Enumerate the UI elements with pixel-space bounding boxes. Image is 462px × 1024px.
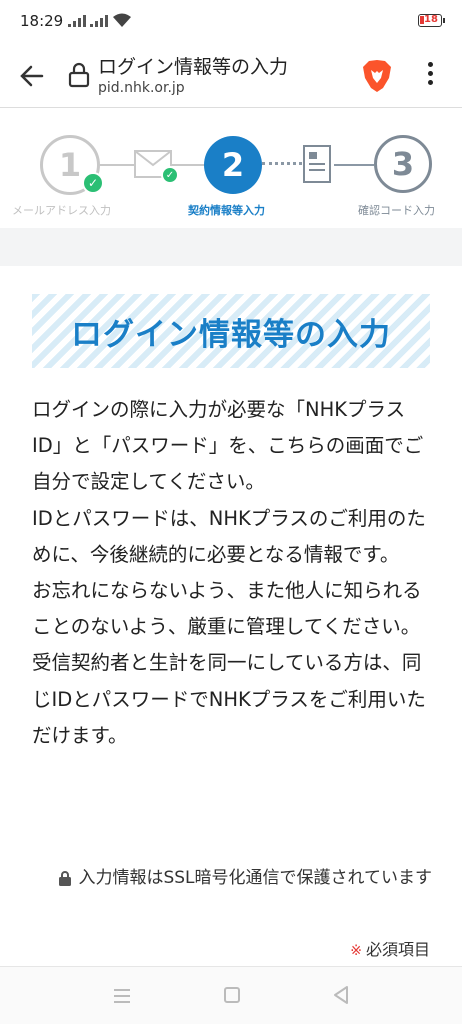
section-divider [0,228,462,266]
paragraph: IDとパスワードは、NHKプラスのご利用のために、今後継続的に必要となる情報です… [32,506,426,566]
wifi-icon [113,13,131,27]
paragraph: お忘れにならないよう、また他人に知られることのないよう、厳重に管理してください。 [32,579,422,639]
required-note: ※ 必須項目 [350,936,430,960]
step-3-circle: 3 [374,135,432,193]
progress-stepper: 1 ✓ ✓ 2 3 メールアドレス入力 契約情報等入力 確認コード入力 [0,110,462,228]
browser-toolbar: ログイン情報等の入力 pid.nhk.or.jp [0,44,462,108]
instructions-text: ログインの際に入力が必要な「NHKプラスID」と「パスワード」を、こちらの画面で… [32,392,432,754]
battery-icon: 18 [418,14,445,27]
ssl-note-text: 入力情報はSSL暗号化通信で保護されています [78,868,432,888]
step-2-circle: 2 [204,136,262,194]
heading-banner: ログイン情報等の入力 [32,294,430,368]
lock-icon [59,870,72,886]
home-square-icon[interactable] [224,987,240,1003]
document-icon [303,145,331,183]
back-arrow-icon[interactable] [18,62,46,90]
paragraph: ログインの際に入力が必要な「NHKプラスID」と「パスワード」を、こちらの画面で… [32,398,424,494]
step-1-label: メールアドレス入力 [12,204,111,217]
page-url[interactable]: pid.nhk.or.jp [98,80,185,96]
paragraph: 受信契約者と生計を同一にしている方は、同じIDとパスワードでNHKプラスをご利用… [32,651,426,747]
brave-lion-icon[interactable] [360,58,394,94]
step-2-label: 契約情報等入力 [188,204,265,217]
check-icon: ✓ [82,172,104,194]
required-label: 必須項目 [365,940,430,959]
battery-level: 18 [424,14,438,25]
required-mark: ※ [350,943,362,959]
check-icon: ✓ [161,166,179,184]
page-title: ログイン情報等の入力 [98,56,289,78]
signal-icon [68,15,86,27]
back-triangle-icon[interactable] [332,985,350,1005]
ssl-note: 入力情報はSSL暗号化通信で保護されています [40,860,432,896]
main-heading: ログイン情報等の入力 [71,316,391,353]
lock-icon[interactable] [68,62,90,88]
step-3-label: 確認コード入力 [358,204,435,217]
signal-icon [90,15,108,27]
menu-icon[interactable] [114,989,130,1007]
more-vert-icon[interactable] [426,62,434,90]
status-time: 18:29 [20,12,64,30]
system-nav-bar [0,966,462,1024]
status-bar: 18:29 18 [0,0,462,44]
